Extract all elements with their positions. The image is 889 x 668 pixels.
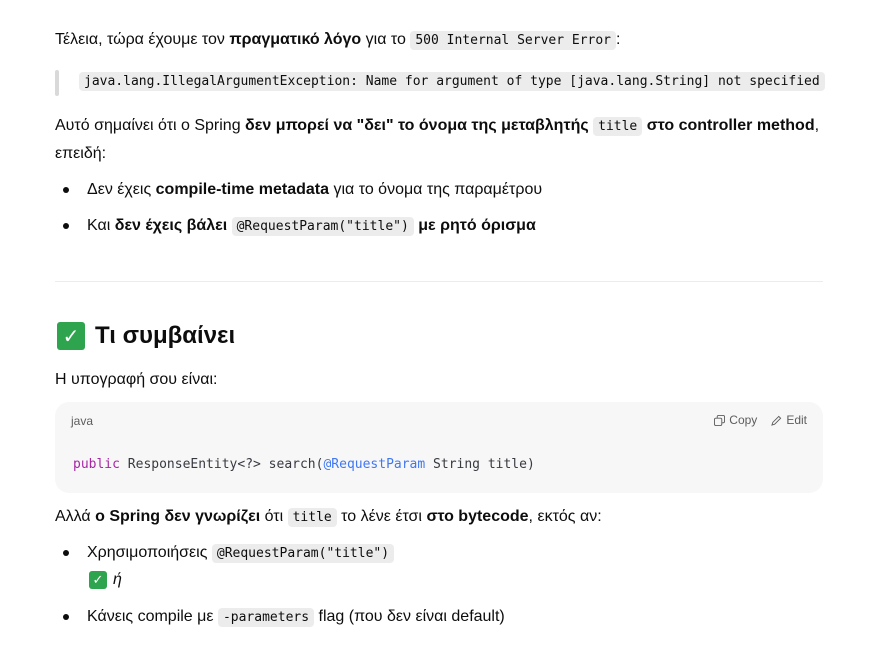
inline-code: 500 Internal Server Error bbox=[410, 31, 617, 50]
bold-text: δεν έχεις βάλει bbox=[114, 217, 228, 234]
text: , bbox=[814, 117, 820, 134]
code-toolbar: Copy Edit bbox=[714, 413, 807, 427]
heading-text: Τι συμβαίνει bbox=[95, 322, 236, 349]
intro-paragraph: Τέλεια, τώρα έχουμε τον πραγματικό λόγο … bbox=[55, 26, 620, 55]
code-text: ResponseEntity<?> search( bbox=[119, 457, 324, 472]
inline-code: -parameters bbox=[217, 608, 315, 627]
text: ότι bbox=[260, 508, 288, 525]
bold-text: στο controller method bbox=[646, 117, 815, 134]
text: flag (που δεν είναι default) bbox=[314, 608, 505, 625]
annotation: @RequestParam bbox=[323, 457, 426, 472]
bold-text: με ρητό όρισμα bbox=[418, 217, 536, 234]
text: Και bbox=[87, 217, 115, 234]
bold-text: compile-time metadata bbox=[155, 181, 330, 198]
text: Κάνεις compile με bbox=[87, 608, 218, 625]
code-content: public ResponseEntity<?> search(@Request… bbox=[73, 457, 535, 472]
bold-text: πραγματικό λόγο bbox=[229, 31, 362, 48]
list-item: Κάνεις compile με -parameters flag (που … bbox=[87, 603, 505, 632]
chat-message: Τέλεια, τώρα έχουμε τον πραγματικό λόγο … bbox=[0, 0, 889, 668]
text: Τέλεια, τώρα έχουμε τον bbox=[55, 31, 230, 48]
inline-code: @RequestParam("title") bbox=[211, 544, 395, 563]
keyword: public bbox=[73, 457, 120, 472]
bullet bbox=[63, 614, 69, 620]
signature-intro: Η υπογραφή σου είναι: bbox=[55, 371, 218, 388]
code-block: java Copy Edit public ResponseEntity<?> … bbox=[55, 402, 823, 493]
copy-icon bbox=[714, 414, 726, 426]
text: , εκτός αν: bbox=[528, 508, 602, 525]
inline-code: title bbox=[287, 508, 337, 527]
text: για το bbox=[361, 31, 411, 48]
text: το λένε έτσι bbox=[336, 508, 427, 525]
bytecode-paragraph: Αλλά ο Spring δεν γνωρίζει ότι title το … bbox=[55, 503, 602, 532]
text: : bbox=[616, 31, 621, 48]
code-language-label: java bbox=[71, 414, 94, 428]
exception-code: java.lang.IllegalArgumentException: Name… bbox=[79, 72, 825, 91]
edit-button[interactable]: Edit bbox=[771, 413, 807, 427]
explanation-line2: επειδή: bbox=[55, 145, 107, 162]
check-mark-icon: ✓ bbox=[57, 322, 85, 350]
bold-text: δεν μπορεί να "δει" το όνομα της μεταβλη… bbox=[245, 117, 589, 134]
section-divider bbox=[55, 281, 823, 282]
code-text: String title) bbox=[425, 457, 535, 472]
text: Αυτό σημαίνει ότι ο Spring bbox=[55, 117, 246, 134]
text: Αλλά bbox=[55, 508, 96, 525]
check-mark-icon: ✓ bbox=[89, 571, 107, 589]
inline-code: @RequestParam("title") bbox=[231, 217, 414, 236]
pencil-icon bbox=[771, 415, 782, 426]
bullet bbox=[63, 223, 69, 229]
copy-button[interactable]: Copy bbox=[714, 413, 757, 427]
inline-code: title bbox=[593, 117, 643, 136]
text: Χρησιμοποιήσεις bbox=[87, 544, 212, 561]
list-item: Δεν έχεις compile-time metadata για το ό… bbox=[87, 176, 542, 204]
list-item: Και δεν έχεις βάλει @RequestParam("title… bbox=[87, 212, 536, 241]
bold-text: ο Spring δεν γνωρίζει bbox=[95, 508, 261, 525]
edit-label: Edit bbox=[786, 413, 807, 427]
bold-text: στο bytecode bbox=[426, 508, 529, 525]
section-heading: ✓ Τι συμβαίνει bbox=[57, 322, 235, 350]
text: Δεν έχεις bbox=[87, 181, 156, 198]
quote-bar bbox=[55, 70, 59, 96]
or-line: ✓ ή bbox=[89, 571, 122, 589]
or-text: ή bbox=[113, 571, 122, 588]
copy-label: Copy bbox=[729, 413, 758, 427]
text: για το όνομα της παραμέτρου bbox=[329, 181, 543, 198]
explanation-paragraph: Αυτό σημαίνει ότι ο Spring δεν μπορεί να… bbox=[55, 112, 835, 141]
bullet bbox=[63, 550, 69, 556]
error-blockquote: java.lang.IllegalArgumentException: Name… bbox=[55, 70, 825, 96]
list-item: Χρησιμοποιήσεις @RequestParam("title") bbox=[87, 539, 395, 568]
bullet bbox=[63, 187, 69, 193]
